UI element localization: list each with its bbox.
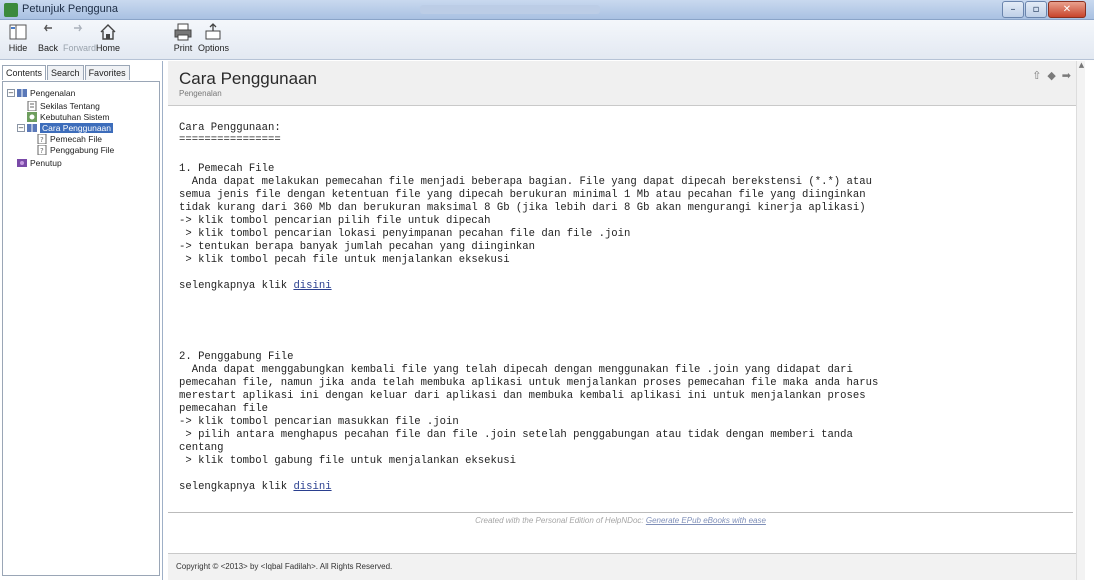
disini-link-2[interactable]: disini <box>293 481 331 493</box>
tab-search[interactable]: Search <box>47 65 84 80</box>
section-1-title: 1. Pemecah File <box>179 163 275 175</box>
book-open-icon <box>17 89 27 97</box>
hide-button[interactable]: Hide <box>3 22 33 53</box>
section-2-line: Anda dapat menggabungkan kembali file ya… <box>179 364 853 376</box>
options-button[interactable]: Options <box>198 22 230 53</box>
topic-header: Cara Penggunaan Pengenalan ⇧ ◆ ➡ <box>168 61 1085 106</box>
section-2-line: > klik tombol gabung file untuk menjalan… <box>179 455 516 467</box>
tree-item-label: Penutup <box>30 158 62 168</box>
section-1-line: > klik tombol pecah file untuk menjalank… <box>179 254 510 266</box>
disini-link-1[interactable]: disini <box>293 280 331 292</box>
home-icon <box>100 24 116 40</box>
credit-link[interactable]: Generate EPub eBooks with ease <box>646 516 766 525</box>
hide-icon <box>9 24 27 40</box>
minimize-button[interactable]: – <box>1002 1 1024 18</box>
tab-favorites[interactable]: Favorites <box>84 65 130 80</box>
title-bar-filler <box>420 5 600 14</box>
tree-item-penggabung-file[interactable]: ? Penggabung File <box>37 145 114 155</box>
section-1-line: tidak kurang dari 360 Mb dan berukuran m… <box>179 202 866 214</box>
options-icon <box>205 23 221 40</box>
navigation-pane: Contents Search Favorites − Pengenalan S… <box>0 61 163 580</box>
back-label: Back <box>37 43 58 53</box>
helpndoc-credit: Created with the Personal Edition of Hel… <box>168 512 1073 525</box>
gear-page-icon <box>27 112 37 122</box>
vertical-scrollbar[interactable]: ▲ <box>1076 61 1085 580</box>
previous-arrow-icon[interactable]: ◆ <box>1047 69 1055 82</box>
up-arrow-icon[interactable]: ⇧ <box>1032 69 1041 82</box>
more-prefix: selengkapnya klik <box>179 481 294 493</box>
section-1-line: semua jenis file dengan ketentuan file y… <box>179 189 866 201</box>
window-controls: – ▫ ✕ <box>1002 1 1086 18</box>
section-2-line: centang <box>179 442 224 454</box>
svg-text:?: ? <box>40 136 44 144</box>
section-1-line: -> tentukan berapa banyak jumlah pecahan… <box>179 241 536 253</box>
tree-item-label: Penggabung File <box>50 145 115 155</box>
toolbar: Hide Back Forward Home Print Options <box>0 20 1094 60</box>
topic-title: Cara Penggunaan <box>179 69 318 88</box>
svg-text:?: ? <box>40 147 44 155</box>
help-page-icon: ? <box>37 145 47 155</box>
tree-item-pengenalan[interactable]: − Pengenalan <box>7 88 75 98</box>
section-2-title: 2. Penggabung File <box>179 351 294 363</box>
content-heading-rule: ================ <box>179 134 281 146</box>
section-1-line: Anda dapat melakukan pemecahan file menj… <box>179 176 872 188</box>
book-open-icon <box>27 124 37 132</box>
more-prefix: selengkapnya klik <box>179 280 294 292</box>
collapse-toggle[interactable]: − <box>17 124 25 132</box>
copyright-bar: Copyright © <2013> by <Iqbal Fadilah>. A… <box>168 553 1085 580</box>
close-button[interactable]: ✕ <box>1048 1 1086 18</box>
scroll-up-arrow-icon[interactable]: ▲ <box>1077 61 1086 70</box>
section-2-line: pemecahan file, namun jika anda telah me… <box>179 377 879 389</box>
options-label: Options <box>198 43 230 53</box>
tree-item-kebutuhan-sistem[interactable]: Kebutuhan Sistem <box>27 112 109 122</box>
tree-item-label: Cara Penggunaan <box>40 123 114 133</box>
section-1-line: > klik tombol pencarian lokasi penyimpan… <box>179 228 631 240</box>
section-2-line: > pilih antara menghapus pecahan file da… <box>179 429 853 441</box>
help-page-icon: ? <box>37 134 47 144</box>
section-2-line: merestart aplikasi ini dengan keluar dar… <box>179 390 866 402</box>
topic-pane: Cara Penggunaan Pengenalan ⇧ ◆ ➡ Cara Pe… <box>168 61 1085 580</box>
window-title: Petunjuk Pengguna <box>22 3 119 15</box>
section-1-line: -> klik tombol pencarian pilih file untu… <box>179 215 491 227</box>
forward-button[interactable]: Forward <box>63 22 97 53</box>
more-link-line-2: selengkapnya klik disini <box>179 481 332 493</box>
back-button[interactable]: Back <box>33 22 63 53</box>
tree-item-label: Kebutuhan Sistem <box>40 112 110 122</box>
tree-item-penutup[interactable]: Penutup <box>17 158 62 168</box>
hide-label: Hide <box>8 43 28 53</box>
more-link-line-1: selengkapnya klik disini <box>179 280 332 292</box>
forward-label: Forward <box>63 43 97 53</box>
tree-item-label: Pengenalan <box>30 88 76 98</box>
forward-arrow-icon <box>74 24 83 32</box>
tree-item-pemecah-file[interactable]: ? Pemecah File <box>37 134 102 144</box>
topic-navigation: ⇧ ◆ ➡ <box>1032 69 1071 82</box>
content-heading: Cara Penggunaan: <box>179 122 281 134</box>
tab-contents[interactable]: Contents <box>2 65 47 80</box>
topic-breadcrumb[interactable]: Pengenalan <box>179 89 222 98</box>
contents-tree: − Pengenalan Sekilas Tentang Kebutuhan S… <box>2 81 160 576</box>
maximize-button[interactable]: ▫ <box>1025 1 1047 18</box>
app-icon <box>4 3 18 17</box>
section-2-line: pemecahan file <box>179 403 269 415</box>
print-button[interactable]: Print <box>168 22 198 53</box>
home-label: Home <box>95 43 120 53</box>
back-arrow-icon <box>43 24 52 32</box>
printer-icon <box>174 23 192 41</box>
tree-item-label: Sekilas Tentang <box>40 101 100 111</box>
print-label: Print <box>173 43 193 53</box>
book-closed-icon <box>17 159 27 167</box>
tree-item-sekilas-tentang[interactable]: Sekilas Tentang <box>27 101 100 111</box>
title-bar: Petunjuk Pengguna – ▫ ✕ <box>0 0 1094 20</box>
tree-item-label: Pemecah File <box>50 134 102 144</box>
credit-text: Created with the Personal Edition of Hel… <box>475 516 646 525</box>
next-arrow-icon[interactable]: ➡ <box>1062 69 1071 82</box>
copyright-text: Copyright © <2013> by <Iqbal Fadilah>. A… <box>176 562 393 571</box>
tree-item-cara-penggunaan[interactable]: − Cara Penggunaan <box>17 123 114 133</box>
section-2-line: -> klik tombol pencarian masukkan file .… <box>179 416 459 428</box>
collapse-toggle[interactable]: − <box>7 89 15 97</box>
navigation-tabs: Contents Search Favorites <box>2 65 130 80</box>
home-button[interactable]: Home <box>93 22 123 53</box>
page-icon <box>27 101 37 111</box>
